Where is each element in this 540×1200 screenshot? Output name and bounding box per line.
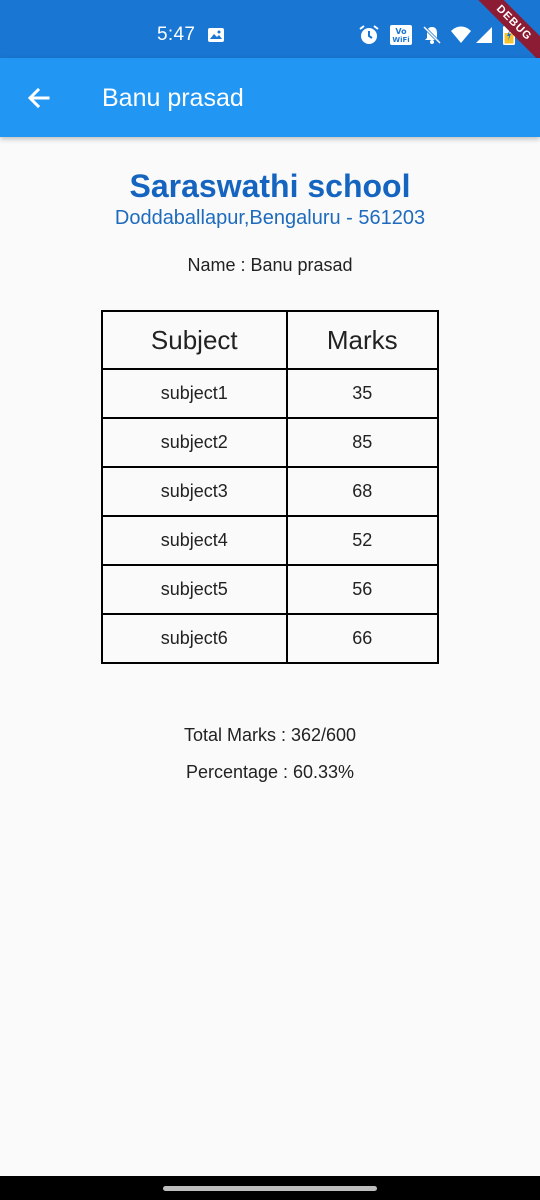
bell-off-icon bbox=[421, 24, 443, 46]
wifi-icon bbox=[450, 24, 472, 46]
table-row: subject5 56 bbox=[101, 564, 440, 615]
table-row: subject6 66 bbox=[101, 613, 440, 664]
marks-cell: 52 bbox=[285, 515, 440, 566]
subject-cell: subject2 bbox=[101, 417, 288, 468]
svg-text:WiFi: WiFi bbox=[392, 36, 409, 44]
svg-text:Vo: Vo bbox=[395, 27, 407, 36]
navigation-bar bbox=[0, 1176, 540, 1200]
table-header-row: Subject Marks bbox=[101, 310, 440, 370]
app-bar-title: Banu prasad bbox=[102, 84, 244, 112]
marks-cell: 68 bbox=[285, 466, 440, 517]
vowifi-icon: Vo WiFi bbox=[389, 24, 413, 46]
status-bar: 5:47 Vo WiFi DEBUG bbox=[0, 0, 540, 72]
subject-cell: subject6 bbox=[101, 613, 288, 664]
school-address: Doddaballapur,Bengaluru - 561203 bbox=[114, 207, 426, 229]
percentage: Percentage : 60.33% bbox=[185, 762, 355, 782]
signal-icon bbox=[473, 24, 495, 46]
marks-cell: 66 bbox=[285, 613, 440, 664]
marks-cell: 35 bbox=[285, 368, 440, 419]
school-name: Saraswathi school bbox=[129, 168, 411, 204]
header-subject: Subject bbox=[101, 310, 288, 370]
home-gesture-handle[interactable] bbox=[163, 1186, 377, 1191]
alarm-icon bbox=[358, 24, 380, 46]
table-row: subject1 35 bbox=[101, 368, 440, 419]
marks-table: Subject Marks subject1 35 subject2 85 su… bbox=[101, 310, 440, 664]
table-row: subject4 52 bbox=[101, 515, 440, 566]
marks-cell: 85 bbox=[285, 417, 440, 468]
table-row: subject3 68 bbox=[101, 466, 440, 517]
subject-cell: subject4 bbox=[101, 515, 288, 566]
arrow-back-icon bbox=[27, 87, 50, 109]
app-bar: Banu prasad bbox=[0, 58, 540, 137]
student-name: Name : Banu prasad bbox=[187, 255, 353, 275]
subject-cell: subject3 bbox=[101, 466, 288, 517]
header-marks: Marks bbox=[285, 310, 440, 370]
total-marks: Total Marks : 362/600 bbox=[183, 725, 357, 745]
back-button[interactable] bbox=[15, 76, 63, 120]
status-time: 5:47 bbox=[157, 24, 196, 45]
subject-cell: subject1 bbox=[101, 368, 288, 419]
table-row: subject2 85 bbox=[101, 417, 440, 468]
image-icon bbox=[205, 24, 227, 46]
marks-cell: 56 bbox=[285, 564, 440, 615]
subject-cell: subject5 bbox=[101, 564, 288, 615]
